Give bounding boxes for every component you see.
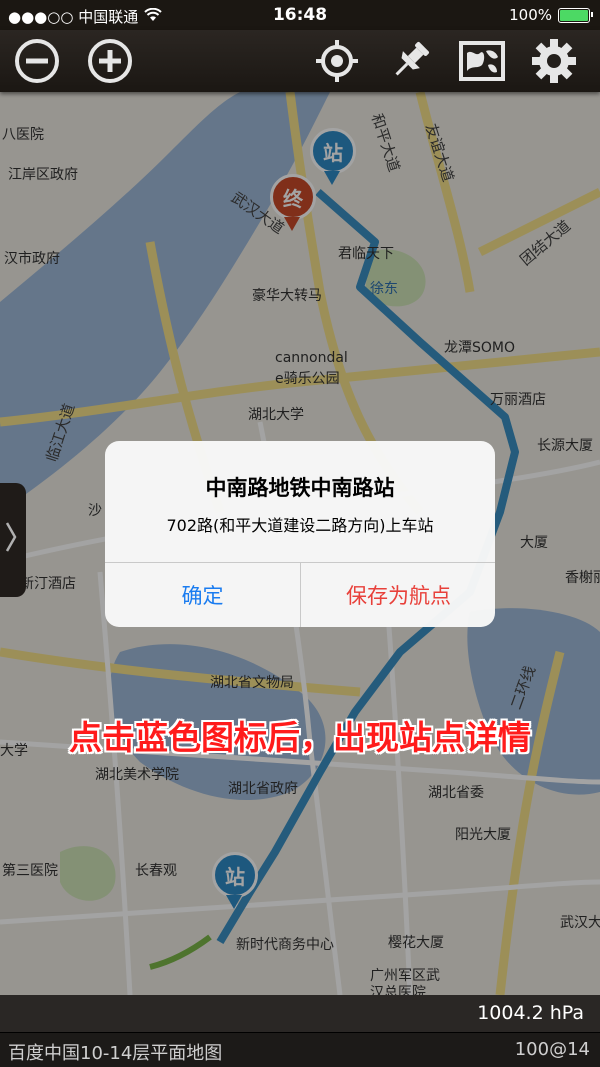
settings-button[interactable] [530,37,578,85]
map-toolbar [0,30,600,92]
plus-circle-icon [88,39,132,83]
alert-message: 702路(和平大道建设二路方向)上车站 [166,516,434,535]
pressure-bar: 1004.2 hPa [0,995,600,1032]
zoom-in-button[interactable] [86,37,134,85]
bottom-info-bar: 百度中国10-14层平面地图 100@14 [0,1032,600,1067]
station-detail-alert: 中南路地铁中南路站 702路(和平大道建设二路方向)上车站 确定 保存为航点 [105,441,495,627]
gear-icon [532,39,576,83]
status-bar: ●●●○○ 中国联通 16:48 100% [0,0,600,30]
map-source-label: 百度中国10-14层平面地图 [8,1043,223,1064]
zoom-out-button[interactable] [13,37,61,85]
pushpin-icon [395,42,429,76]
pressure-readout: 1004.2 hPa [477,1002,584,1024]
confirm-button[interactable]: 确定 [105,563,300,627]
chevron-right-icon [4,519,18,562]
tutorial-annotation: 点击蓝色图标后，出现站点详情 [69,718,531,757]
save-waypoint-button[interactable]: 保存为航点 [301,563,495,627]
locate-button[interactable] [313,37,361,85]
pushpin-button[interactable] [386,37,434,85]
map-icon [459,41,505,81]
zoom-info-label: 100@14 [514,1039,590,1060]
app-screen: ●●●○○ 中国联通 16:48 100% 八医院 江岸区政府 汉市政府 豪华大… [0,0,600,1067]
battery-icon [558,7,593,23]
map-layers-button[interactable] [458,37,506,85]
battery-percent: 100% [509,6,552,24]
minus-circle-icon [15,39,59,83]
alert-title: 中南路地铁中南路站 [205,476,395,500]
side-panel-toggle[interactable] [0,483,26,597]
crosshair-icon [316,40,358,82]
